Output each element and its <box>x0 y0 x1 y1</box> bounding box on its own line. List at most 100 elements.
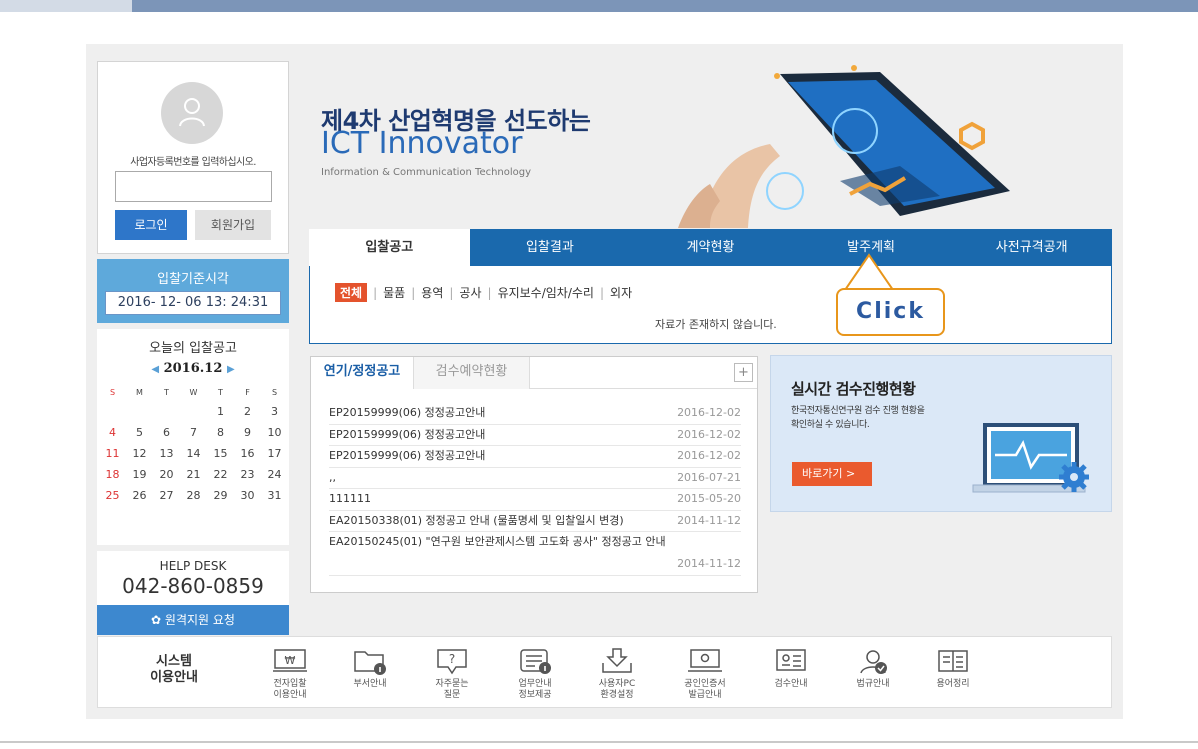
calendar-day[interactable]: 8 <box>207 422 234 443</box>
tab-pre-spec[interactable]: 사전규격공개 <box>951 229 1112 266</box>
calendar-day[interactable]: 18 <box>99 464 126 485</box>
calendar-day[interactable]: 26 <box>126 485 153 506</box>
calendar-day[interactable]: 15 <box>207 443 234 464</box>
calendar-day[interactable]: 25 <box>99 485 126 506</box>
goto-button[interactable]: 바로가기 > <box>792 462 872 486</box>
guide-label: 전자입찰 <box>273 679 307 689</box>
list-item[interactable]: EA20150245(01) "연구원 보안관제시스템 고도화 공사" 정정공고… <box>329 532 741 576</box>
calendar-day[interactable]: 27 <box>153 485 180 506</box>
remote-support-button[interactable]: ✿ 원격지원 요청 <box>97 605 289 635</box>
list-item[interactable]: EP20159999(06) 정정공고안내 2016-12-02 <box>329 446 741 468</box>
list-item[interactable]: EP20159999(06) 정정공고안내 2016-12-02 <box>329 425 741 446</box>
guide-e-bidding[interactable]: ₩ 전자입찰 이용안내 <box>253 647 327 701</box>
calendar-day <box>99 401 126 422</box>
question-icon: ? <box>437 649 467 675</box>
callout-pointer-icon <box>845 253 894 291</box>
weekday: T <box>164 388 169 397</box>
calendar-day[interactable]: 3 <box>261 401 288 422</box>
notice-title[interactable]: EP20159999(06) 정정공고안내 <box>329 449 485 462</box>
subtab-foreign[interactable]: 외자 <box>610 284 632 301</box>
prev-month-icon[interactable]: ◀ <box>151 364 159 375</box>
calendar-day <box>180 401 207 422</box>
notice-title[interactable]: EA20150245(01) "연구원 보안관제시스템 고도화 공사" 정정공고… <box>329 535 666 548</box>
calendar-day[interactable]: 6 <box>153 422 180 443</box>
calendar-day[interactable]: 1 <box>207 401 234 422</box>
calendar-day[interactable]: 2 <box>234 401 261 422</box>
guide-law[interactable]: 법규안내 <box>836 647 910 690</box>
calendar-day[interactable]: 4 <box>99 422 126 443</box>
notice-title[interactable]: EA20150338(01) 정정공고 안내 (물품명세 및 입찰일시 변경) <box>329 514 624 527</box>
guide-label: 업무안내 <box>518 679 552 689</box>
calendar-day[interactable]: 13 <box>153 443 180 464</box>
login-button[interactable]: 로그인 <box>115 210 187 240</box>
guide-pc-setting[interactable]: 사용자PC 환경설정 <box>580 647 654 701</box>
calendar-day[interactable]: 24 <box>261 464 288 485</box>
download-icon <box>602 648 632 673</box>
calendar-day[interactable]: 21 <box>180 464 207 485</box>
guide-glossary[interactable]: 용어정리 <box>916 647 990 690</box>
tab-bid-result[interactable]: 입찰결과 <box>470 229 631 266</box>
calendar-day[interactable]: 23 <box>234 464 261 485</box>
calendar-day[interactable]: 29 <box>207 485 234 506</box>
list-item[interactable]: EA20150338(01) 정정공고 안내 (물품명세 및 입찰일시 변경) … <box>329 511 741 532</box>
avatar <box>161 82 223 144</box>
won-icon: ₩ <box>273 649 307 672</box>
guide-certificate[interactable]: 공인인증서 발급안내 <box>668 647 742 701</box>
guide-work-info[interactable]: 업무안내 정보제공 <box>498 647 572 701</box>
calendar-day[interactable]: 14 <box>180 443 207 464</box>
tab-contract-status[interactable]: 계약현황 <box>630 229 791 266</box>
main-nav: 입찰공고 입찰결과 계약현황 발주계획 사전규격공개 <box>309 229 1112 266</box>
subtab-service[interactable]: 용역 <box>421 284 443 301</box>
calendar: 오늘의 입찰공고 ◀ 2016.12 ▶ S M T W T F S 1 2 3… <box>97 329 289 545</box>
notice-date: 2016-12-02 <box>677 449 741 462</box>
guide-department[interactable]: 부서안내 <box>333 647 407 690</box>
click-callout: Click <box>836 288 945 336</box>
notice-title[interactable]: EP20159999(06) 정정공고안내 <box>329 406 485 419</box>
weekday: S <box>109 388 116 397</box>
guide-inspection[interactable]: 검수안내 <box>754 647 828 690</box>
more-button[interactable]: + <box>734 363 753 382</box>
calendar-day[interactable]: 11 <box>99 443 126 464</box>
calendar-day[interactable]: 30 <box>234 485 261 506</box>
list-item[interactable]: ,, 2016-07-21 <box>329 468 741 489</box>
calendar-day[interactable]: 20 <box>153 464 180 485</box>
notice-title[interactable]: EP20159999(06) 정정공고안내 <box>329 428 485 441</box>
calendar-day[interactable]: 10 <box>261 422 288 443</box>
law-icon <box>860 650 887 674</box>
tab-inspection-reservation[interactable]: 검수예약현황 <box>413 357 530 389</box>
calendar-day[interactable]: 16 <box>234 443 261 464</box>
subtab-construction[interactable]: 공사 <box>459 284 481 301</box>
calendar-day[interactable]: 31 <box>261 485 288 506</box>
calendar-day[interactable]: 17 <box>261 443 288 464</box>
separator: | <box>599 285 605 300</box>
calendar-day[interactable]: 12 <box>126 443 153 464</box>
guide-title: 시스템 이용안내 <box>134 654 214 686</box>
tab-bid-notice[interactable]: 입찰공고 <box>309 229 470 266</box>
tab-delay-correction[interactable]: 연기/정정공고 <box>311 357 413 389</box>
notice-list: EP20159999(06) 정정공고안내 2016-12-02 EP20159… <box>329 403 741 576</box>
guide-faq[interactable]: ? 자주묻는 질문 <box>415 647 489 701</box>
join-button[interactable]: 회원가입 <box>195 210 271 240</box>
subtab-maintenance[interactable]: 유지보수/임차/수리 <box>498 284 594 301</box>
calendar-week: 18 19 20 21 22 23 24 <box>99 464 289 485</box>
calendar-day[interactable]: 22 <box>207 464 234 485</box>
bid-notice-panel: 전체 | 물품 | 용역 | 공사 | 유지보수/임차/수리 | 외자 자료가 … <box>309 266 1112 344</box>
calendar-day[interactable]: 7 <box>180 422 207 443</box>
login-prompt: 사업자등록번호를 입력하십시오. <box>130 157 256 168</box>
weekday: T <box>218 388 223 397</box>
list-item[interactable]: EP20159999(06) 정정공고안내 2016-12-02 <box>329 403 741 425</box>
remote-support-label: 원격지원 요청 <box>164 613 235 627</box>
subtab-goods[interactable]: 물품 <box>383 284 405 301</box>
list-item[interactable]: 111111 2015-05-20 <box>329 489 741 511</box>
notice-title[interactable]: ,, <box>329 471 336 484</box>
next-month-icon[interactable]: ▶ <box>227 364 235 375</box>
login-box: 사업자등록번호를 입력하십시오. 로그인 회원가입 <box>97 61 289 254</box>
business-number-input[interactable] <box>115 171 272 202</box>
calendar-day[interactable]: 9 <box>234 422 261 443</box>
subtab-all[interactable]: 전체 <box>335 283 368 302</box>
calendar-day[interactable]: 28 <box>180 485 207 506</box>
calendar-day[interactable]: 5 <box>126 422 153 443</box>
notice-title[interactable]: 111111 <box>329 492 371 505</box>
svg-text:₩: ₩ <box>285 654 296 667</box>
calendar-day[interactable]: 19 <box>126 464 153 485</box>
